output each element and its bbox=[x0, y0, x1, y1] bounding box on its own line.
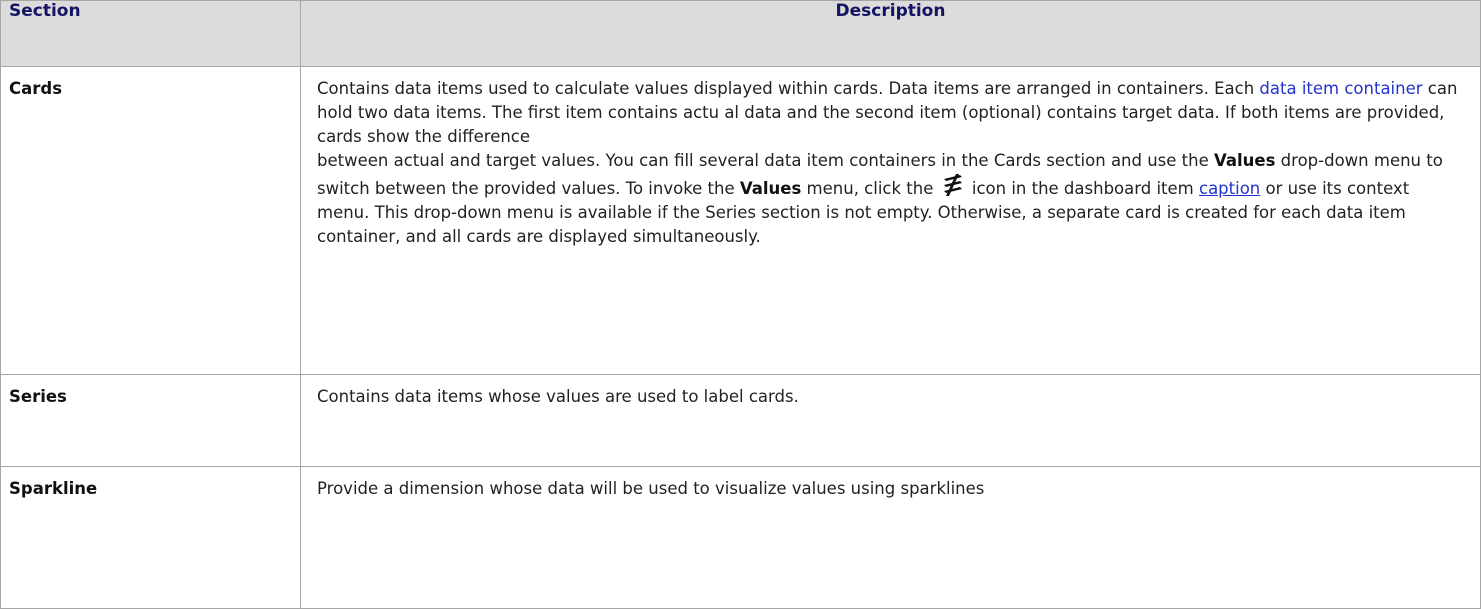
description-series: Contains data items whose values are use… bbox=[300, 374, 1481, 467]
values-menu-icon bbox=[943, 174, 962, 196]
table-row-series: Series Contains data items whose values … bbox=[0, 374, 1481, 467]
caption-link[interactable]: caption bbox=[1199, 179, 1260, 198]
section-description-table: Section Description Cards Contains data … bbox=[0, 0, 1481, 609]
description-cards: Contains data items used to calculate va… bbox=[300, 66, 1481, 375]
section-name-series: Series bbox=[0, 374, 301, 467]
description-sparkline: Provide a dimension whose data will be u… bbox=[300, 466, 1481, 609]
values-menu-name: Values bbox=[1214, 151, 1276, 170]
table-row-sparkline: Sparkline Provide a dimension whose data… bbox=[0, 466, 1481, 609]
header-section: Section bbox=[0, 0, 301, 67]
section-name-cards: Cards bbox=[0, 66, 301, 375]
description-cards-paragraph-1: Contains data items used to calculate va… bbox=[317, 79, 1458, 146]
header-description: Description bbox=[300, 0, 1481, 67]
table-row-cards: Cards Contains data items used to calcul… bbox=[0, 66, 1481, 375]
table-header-row: Section Description bbox=[0, 0, 1481, 67]
description-cards-paragraph-2: between actual and target values. You ca… bbox=[317, 151, 1443, 246]
section-name-sparkline: Sparkline bbox=[0, 466, 301, 609]
values-menu-name: Values bbox=[739, 179, 802, 198]
data-item-container-link[interactable]: data item container bbox=[1259, 79, 1422, 98]
